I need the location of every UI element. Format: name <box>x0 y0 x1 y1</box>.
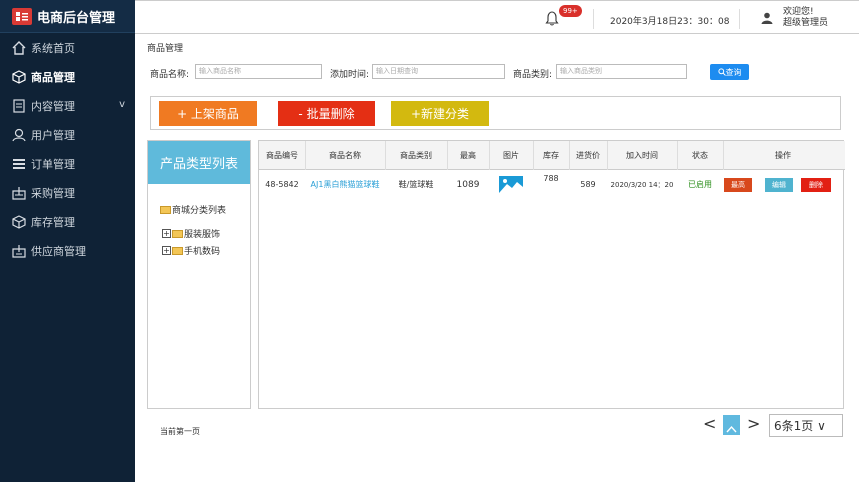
cell-added-time: 2020/3/20 14：20 <box>610 180 674 189</box>
home-icon <box>10 39 28 57</box>
top-button[interactable]: 最高 <box>724 178 752 192</box>
next-page-button[interactable]: > <box>747 414 760 433</box>
user-icon <box>10 126 28 144</box>
datetime: 2020年3月18日23：30：08 <box>610 17 730 27</box>
sidebar-item-users[interactable]: 用户管理 <box>0 120 135 149</box>
sidebar-item-inventory[interactable]: 库存管理 <box>0 207 135 236</box>
product-table: 商品编号 商品名称 商品类别 最高 图片 库存 进货价 加入时间 状态 操作 4… <box>258 140 845 409</box>
query-label: 查询 <box>725 67 742 77</box>
column-header: 进货价 <box>576 151 600 160</box>
column-header: 商品名称 <box>329 151 361 160</box>
folder-icon <box>160 205 171 214</box>
purchase-icon <box>10 184 28 202</box>
logo: 电商后台管理 <box>0 0 135 33</box>
edit-button[interactable]: 编辑 <box>765 178 793 192</box>
category-panel-title: 产品类型列表 <box>148 141 250 184</box>
cell-max: 1089 <box>456 179 480 190</box>
category-panel: 产品类型列表 商城分类列表 + 服装服饰 + 手机数码 <box>147 140 251 409</box>
welcome-text: 欢迎您! 超级管理员 <box>783 7 828 29</box>
folder-icon <box>172 246 183 255</box>
cell-stock: 788 <box>543 174 559 183</box>
query-button[interactable]: 查询 <box>710 64 749 80</box>
column-header: 商品编号 <box>266 151 298 160</box>
welcome-line: 欢迎您! <box>783 7 814 17</box>
tree-node-label: 服装服饰 <box>184 230 221 240</box>
cell-image[interactable] <box>489 170 533 199</box>
column-header: 加入时间 <box>626 151 658 160</box>
sidebar-item-label: 系统首页 <box>31 41 75 55</box>
divider <box>739 9 740 29</box>
list-icon <box>10 155 28 173</box>
search-row: 商品名称: 输入商品名称 添加时间: 输入日期查询 商品类别: 输入商品类别 查… <box>150 64 850 82</box>
category-label: 商品类别: <box>513 70 553 80</box>
sidebar-item-label: 用户管理 <box>31 128 75 142</box>
sidebar-item-suppliers[interactable]: 供应商管理 <box>0 236 135 265</box>
app-title: 电商后台管理 <box>37 10 116 26</box>
supplier-icon <box>10 242 28 260</box>
table-row[interactable]: 48-5842 AJ1黑白熊猫篮球鞋 鞋/篮球鞋 1089 788 589 20… <box>259 170 845 199</box>
chevron-down-icon[interactable]: v <box>119 99 125 110</box>
tree-node-label: 手机数码 <box>184 247 221 257</box>
column-header: 商品类别 <box>400 151 432 160</box>
user-role: 超级管理员 <box>783 18 829 28</box>
box-icon <box>10 213 28 231</box>
sidebar-item-label: 内容管理 <box>31 99 75 113</box>
column-header: 图片 <box>503 151 519 160</box>
tree-root-label: 商城分类列表 <box>172 206 227 216</box>
page-icon <box>726 425 737 433</box>
delete-button[interactable]: 删除 <box>801 178 831 192</box>
sidebar-item-label: 供应商管理 <box>31 244 86 258</box>
sidebar-item-label: 商品管理 <box>31 70 75 84</box>
status-badge: 已启用 <box>688 180 712 189</box>
sidebar-item-label: 库存管理 <box>31 215 75 229</box>
breadcrumb: 商品管理 <box>147 44 184 54</box>
category-input[interactable]: 输入商品类别 <box>556 64 687 79</box>
cell-category: 鞋/篮球鞋 <box>398 180 434 189</box>
sidebar-item-content[interactable]: 内容管理 v <box>0 91 135 120</box>
add-product-button[interactable]: + 上架商品 <box>159 101 257 126</box>
expand-icon[interactable]: + <box>162 229 171 238</box>
sidebar-item-products[interactable]: 商品管理 <box>0 62 135 91</box>
bell-icon[interactable] <box>545 10 559 26</box>
notification-badge: 99+ <box>559 5 582 17</box>
tree-root[interactable]: 商城分类列表 <box>160 203 226 216</box>
expand-icon[interactable]: + <box>162 246 171 255</box>
time-label: 添加时间: <box>330 70 370 80</box>
column-header: 库存 <box>543 151 559 160</box>
divider <box>593 9 594 29</box>
table-header: 商品编号 商品名称 商品类别 最高 图片 库存 进货价 加入时间 状态 操作 <box>259 141 845 170</box>
new-category-button[interactable]: +新建分类 <box>391 101 489 126</box>
batch-delete-button[interactable]: - 批量删除 <box>278 101 375 126</box>
cube-icon <box>10 68 28 86</box>
document-icon <box>10 97 28 115</box>
tree-node[interactable]: + 服装服饰 <box>162 227 220 240</box>
column-header: 状态 <box>692 151 708 160</box>
sidebar-item-label: 订单管理 <box>31 157 75 171</box>
action-bar: + 上架商品 - 批量删除 +新建分类 <box>150 96 841 130</box>
sidebar-item-orders[interactable]: 订单管理 <box>0 149 135 178</box>
user-avatar-icon[interactable] <box>761 12 773 24</box>
column-header: 最高 <box>460 151 476 160</box>
sidebar-item-home[interactable]: 系统首页 <box>0 33 135 62</box>
sidebar-item-label: 采购管理 <box>31 186 75 200</box>
name-label: 商品名称: <box>150 70 190 80</box>
time-input[interactable]: 输入日期查询 <box>372 64 505 79</box>
column-header: 操作 <box>775 151 791 160</box>
image-icon <box>499 176 523 193</box>
cell-name[interactable]: AJ1黑白熊猫篮球鞋 <box>305 170 385 199</box>
logo-icon <box>12 7 32 25</box>
tree-node[interactable]: + 手机数码 <box>162 244 220 257</box>
page-size-select[interactable]: 6条1页 ∨ <box>769 414 843 437</box>
top-bar: 99+ 2020年3月18日23：30：08 欢迎您! 超级管理员 <box>135 0 859 34</box>
prev-page-button[interactable]: < <box>703 414 716 433</box>
folder-icon <box>172 229 183 238</box>
cell-cost: 589 <box>580 180 596 189</box>
current-page-button[interactable] <box>723 415 740 435</box>
current-page-text: 当前第一页 <box>160 427 200 436</box>
search-icon <box>717 68 726 76</box>
name-input[interactable]: 输入商品名称 <box>195 64 322 79</box>
sidebar-item-purchase[interactable]: 采购管理 <box>0 178 135 207</box>
cell-id: 48-5842 <box>265 180 299 189</box>
sidebar: 电商后台管理 系统首页 商品管理 内容管理 v 用户管理 订单管理 采购管理 库… <box>0 0 135 482</box>
